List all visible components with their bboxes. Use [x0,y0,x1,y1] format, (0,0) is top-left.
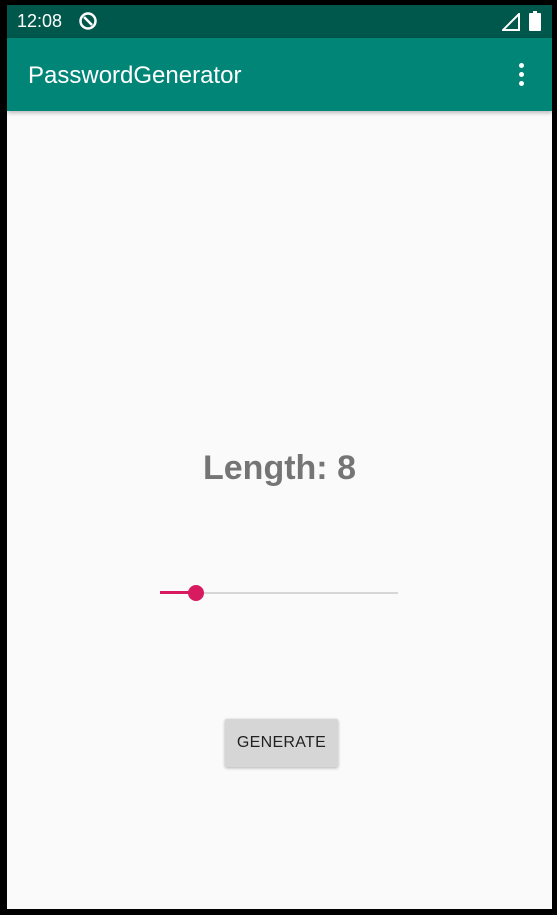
signal-icon [502,13,520,31]
overflow-dot [518,62,524,68]
status-time: 12:08 [17,11,63,31]
length-label: Length: 8 [203,449,356,487]
overflow-dot [518,80,524,86]
data-saver-icon [79,12,97,30]
phone-screen: 12:08 PasswordGenerator Length: 8 GENERA… [7,5,552,909]
battery-icon [529,11,541,31]
length-seekbar[interactable] [160,582,398,604]
app-bar: PasswordGenerator [7,38,552,111]
more-vert-icon[interactable] [507,56,535,92]
generate-button[interactable]: GENERATE [225,719,338,767]
app-title: PasswordGenerator [28,62,242,89]
overflow-dot [518,71,524,77]
seekbar-thumb[interactable] [188,585,204,601]
status-bar: 12:08 [7,5,552,38]
